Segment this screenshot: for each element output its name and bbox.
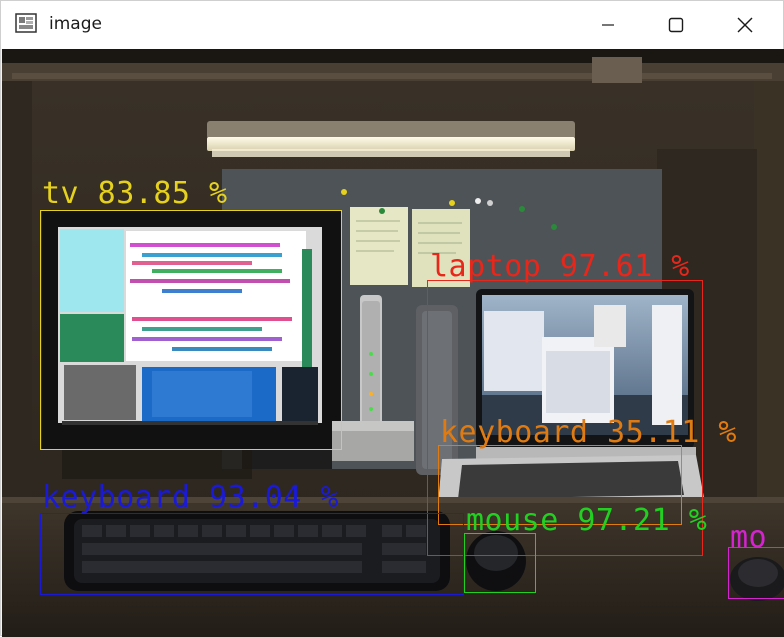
title-bar: image <box>1 1 783 49</box>
detection-box-keyboard-desk <box>40 513 464 595</box>
image-window: image tv 83.85 % laptop 97.61 % keyboard… <box>0 0 784 637</box>
detection-box-tv <box>40 210 342 450</box>
window-title: image <box>49 14 102 34</box>
detection-label-tv: tv 83.85 % <box>42 176 228 211</box>
detection-label-laptop: laptop 97.61 % <box>430 249 690 284</box>
maximize-button[interactable] <box>644 1 708 49</box>
close-button[interactable] <box>713 1 777 49</box>
detection-box-mouse <box>464 533 536 593</box>
minimize-button[interactable] <box>576 1 640 49</box>
image-canvas: tv 83.85 % laptop 97.61 % keyboard 35.11 %… <box>2 49 784 637</box>
close-icon <box>737 17 753 33</box>
detection-label-keyboard-laptop: keyboard 35.11 % <box>440 415 737 450</box>
detection-label-keyboard-desk: keyboard 93.04 % <box>42 480 339 515</box>
minimize-icon <box>602 24 614 26</box>
detection-label-mouse-edge: mo <box>730 520 768 555</box>
app-icon <box>15 13 37 33</box>
maximize-icon <box>668 17 684 33</box>
detection-label-mouse: mouse 97.21 % <box>466 503 708 538</box>
